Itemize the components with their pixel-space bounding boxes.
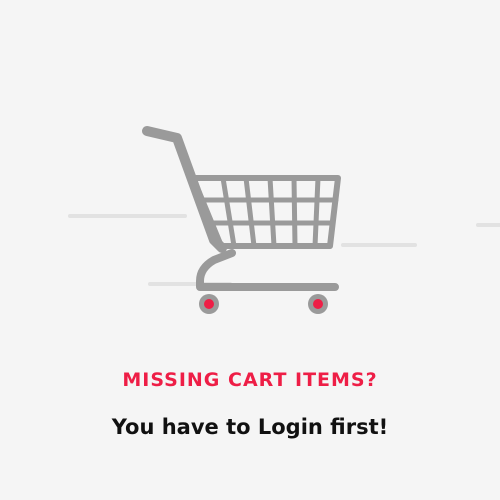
speed-lines — [68, 214, 500, 286]
empty-cart-screen: MISSING CART ITEMS? You have to Login fi… — [0, 0, 500, 500]
empty-cart-headline: MISSING CART ITEMS? — [122, 369, 378, 391]
wheel-left-hub — [204, 299, 214, 309]
login-required-message: You have to Login first! — [111, 415, 389, 439]
wheel-right-hub — [313, 299, 323, 309]
cart-wheels — [199, 294, 328, 314]
shopping-cart-icon — [142, 126, 341, 291]
